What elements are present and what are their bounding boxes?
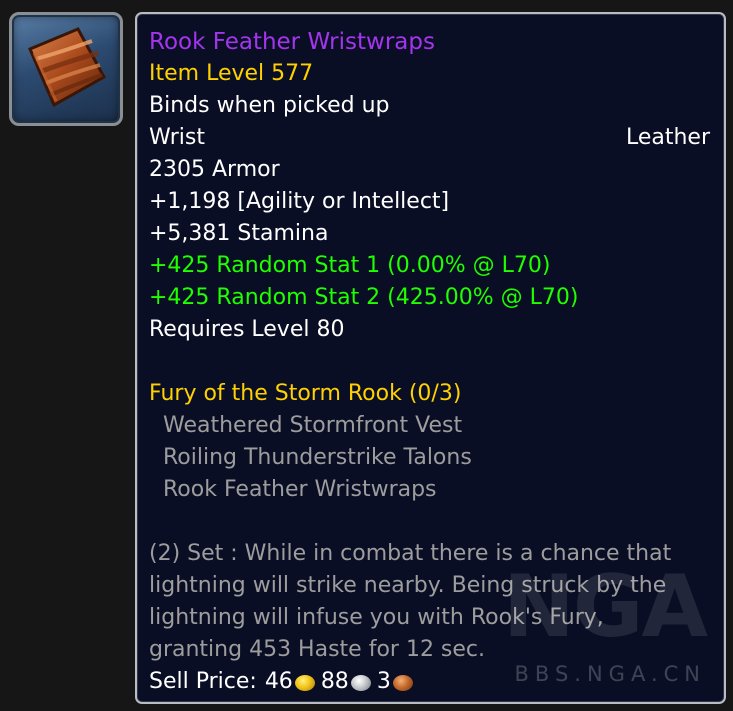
- set-bonus-line: lightning will strike nearby. Being stru…: [149, 573, 667, 598]
- sell-price-gold: 46: [264, 669, 293, 694]
- item-binding: Binds when picked up: [149, 93, 390, 118]
- stamina-stat: +5,381 Stamina: [149, 221, 329, 246]
- set-piece: Rook Feather Wristwraps: [163, 477, 437, 502]
- item-icon[interactable]: [9, 12, 123, 126]
- armor-value: 2305 Armor: [149, 157, 280, 182]
- copper-coin-icon: [392, 675, 413, 691]
- item-slot: Wrist: [149, 125, 206, 150]
- item-name: Rook Feather Wristwraps: [149, 29, 435, 55]
- random-stat-1: +425 Random Stat 1 (0.00% @ L70): [149, 253, 551, 278]
- set-bonus-line: lightning will infuse you with Rook's Fu…: [149, 605, 604, 630]
- leather-wristwraps-icon: [28, 27, 107, 108]
- set-bonus-line: (2) Set : While in combat there is a cha…: [149, 541, 672, 566]
- item-tooltip: Rook Feather Wristwraps Item Level 577 B…: [135, 12, 726, 704]
- set-bonus-description: (2) Set : While in combat there is a cha…: [149, 538, 709, 666]
- required-level: Requires Level 80: [149, 317, 345, 342]
- sell-price-silver: 88: [320, 669, 349, 694]
- set-piece: Roiling Thunderstrike Talons: [163, 445, 472, 470]
- gold-coin-icon: [294, 675, 315, 691]
- sell-price-label: Sell Price:: [149, 669, 257, 694]
- set-name: Fury of the Storm Rook (0/3): [149, 381, 462, 406]
- primary-stat: +1,198 [Agility or Intellect]: [149, 189, 450, 214]
- silver-coin-icon: [350, 675, 371, 691]
- armor-type: Leather: [625, 125, 710, 150]
- set-piece: Weathered Stormfront Vest: [163, 413, 463, 438]
- random-stat-2: +425 Random Stat 2 (425.00% @ L70): [149, 285, 579, 310]
- slot-row: Wrist Leather: [149, 122, 710, 154]
- sell-price: Sell Price: 46 88 3: [149, 666, 710, 698]
- set-bonus-line: granting 453 Haste for 12 sec.: [149, 637, 486, 662]
- sell-price-copper: 3: [376, 669, 391, 694]
- item-level: Item Level 577: [149, 61, 314, 86]
